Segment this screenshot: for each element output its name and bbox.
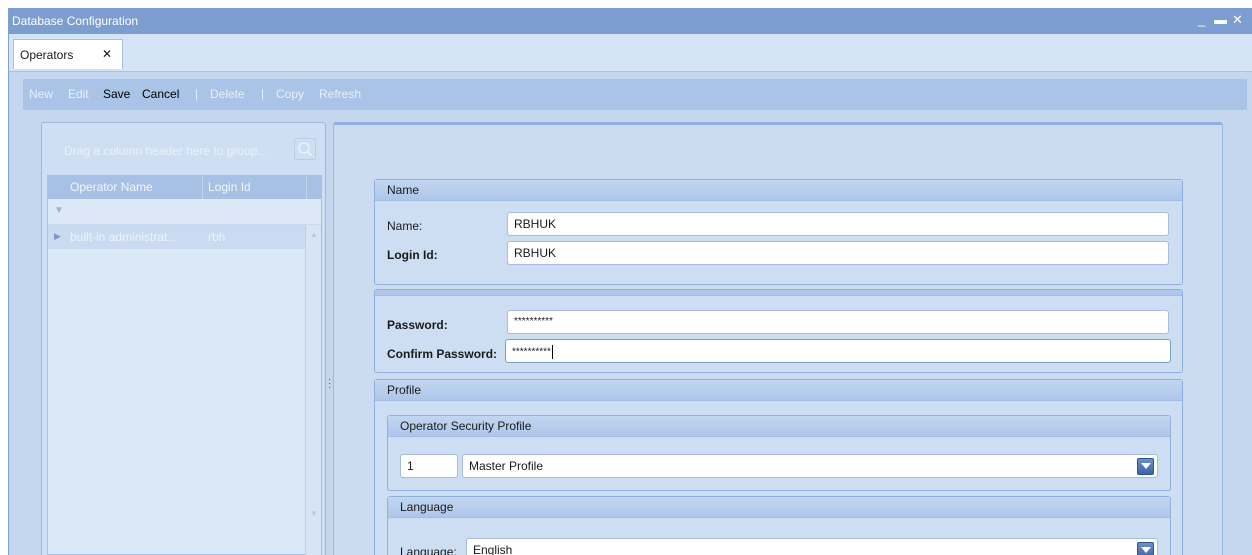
password-label: Password: xyxy=(387,318,448,332)
operator-details-panel: Name Name: RBHUK Login Id: RBHUK Passwor… xyxy=(333,122,1223,555)
security-profile-value: Master Profile xyxy=(469,459,544,473)
name-group-title: Name xyxy=(387,183,420,197)
profile-group: Profile Operator Security Profile 1 Mast… xyxy=(374,379,1183,555)
tab-operators-label: Operators xyxy=(20,48,74,62)
column-header-operator-name[interactable]: Operator Name xyxy=(70,180,153,194)
name-group: Name Name: RBHUK Login Id: RBHUK xyxy=(374,179,1183,285)
name-label: Name: xyxy=(387,219,423,233)
chevron-down-icon[interactable] xyxy=(1137,458,1154,475)
security-profile-title: Operator Security Profile xyxy=(400,419,532,433)
operators-grid: Operator Name Login Id ▼ ▶ built-in admi… xyxy=(47,175,322,555)
name-field[interactable]: RBHUK xyxy=(507,212,1169,236)
database-configuration-window: Database Configuration _ ▬ ✕ Operators ✕… xyxy=(8,8,1252,555)
row-indicator-icon: ▶ xyxy=(54,231,61,241)
language-value: English xyxy=(473,543,513,555)
new-button[interactable]: New xyxy=(29,87,53,101)
refresh-button[interactable]: Refresh xyxy=(319,87,361,101)
language-select[interactable]: English xyxy=(466,538,1158,555)
grid-header: Operator Name Login Id xyxy=(48,176,321,199)
operator-name-cell: built-in administrat... xyxy=(70,230,178,244)
password-group: Password: ********** Confirm Password: *… xyxy=(374,289,1183,373)
login-id-field[interactable]: RBHUK xyxy=(507,241,1169,265)
filter-icon: ▼ xyxy=(54,205,64,216)
tab-operators[interactable]: Operators ✕ xyxy=(13,39,123,69)
grid-vertical-scrollbar[interactable]: ▲ ▼ xyxy=(305,225,321,555)
confirm-password-label: Confirm Password: xyxy=(387,347,498,361)
language-group-title: Language xyxy=(400,500,454,514)
password-field[interactable]: ********** xyxy=(507,310,1169,334)
toolbar-separator: | xyxy=(261,87,265,101)
cancel-button[interactable]: Cancel xyxy=(142,87,179,101)
confirm-password-field[interactable]: ********** xyxy=(505,339,1171,363)
save-button[interactable]: Save xyxy=(103,87,130,101)
close-icon[interactable]: ✕ xyxy=(1232,13,1243,27)
login-id-label: Login Id: xyxy=(387,248,438,262)
group-by-hint: Drag a column header here to group... xyxy=(64,144,268,158)
tab-close-icon[interactable]: ✕ xyxy=(102,47,112,61)
copy-button[interactable]: Copy xyxy=(276,87,304,101)
tab-strip: Operators ✕ xyxy=(9,34,1252,72)
filter-row[interactable]: ▼ xyxy=(48,199,321,225)
maximize-icon[interactable]: ▬ xyxy=(1214,13,1227,27)
security-profile-group: Operator Security Profile 1 Master Profi… xyxy=(387,415,1171,491)
profile-group-title: Profile xyxy=(387,383,422,397)
security-profile-id-field[interactable]: 1 xyxy=(400,454,458,478)
column-header-login-id[interactable]: Login Id xyxy=(208,180,251,194)
edit-button[interactable]: Edit xyxy=(68,87,89,101)
chevron-down-icon[interactable] xyxy=(1137,542,1154,555)
security-profile-select[interactable]: Master Profile xyxy=(462,454,1158,478)
operators-list-panel: Drag a column header here to group... Op… xyxy=(41,122,326,555)
toolbar-separator: | xyxy=(195,87,199,101)
table-row[interactable]: ▶ built-in administrat... rbh xyxy=(48,225,321,249)
language-label: Language: xyxy=(400,545,457,555)
scroll-up-icon[interactable]: ▲ xyxy=(310,230,318,239)
search-icon[interactable] xyxy=(294,138,316,160)
title-bar: Database Configuration _ ▬ ✕ xyxy=(9,8,1252,34)
minimize-icon[interactable]: _ xyxy=(1198,13,1205,27)
scroll-down-icon[interactable]: ▼ xyxy=(310,509,318,518)
splitter-handle[interactable]: · · · xyxy=(328,375,331,393)
language-group: Language Language: English xyxy=(387,496,1171,555)
confirm-password-value: ********** xyxy=(512,346,551,358)
login-id-cell: rbh xyxy=(208,230,226,244)
toolbar: New Edit Save Cancel | Delete | Copy Ref… xyxy=(23,78,1247,110)
delete-button[interactable]: Delete xyxy=(210,87,245,101)
window-title: Database Configuration xyxy=(12,14,139,28)
text-caret xyxy=(551,345,553,359)
